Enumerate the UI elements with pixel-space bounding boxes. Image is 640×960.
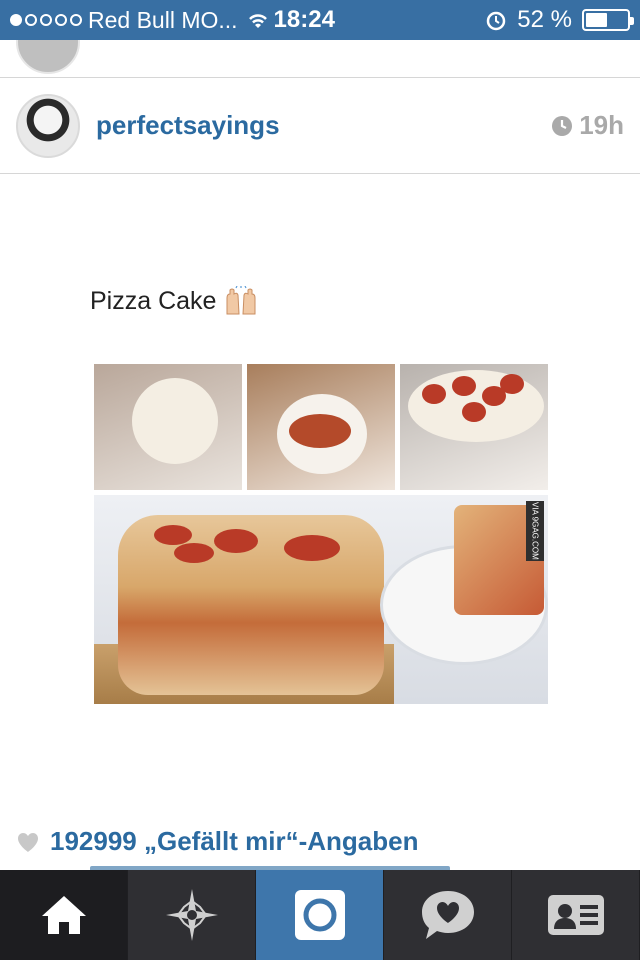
heart-icon (18, 832, 38, 852)
tab-activity[interactable] (384, 870, 512, 960)
battery-percent: 52 % (517, 6, 572, 33)
tab-profile[interactable] (512, 870, 640, 960)
photo-cake-tile: VIA 9GAG.COM (94, 495, 548, 704)
image-caption: Pizza Cake (90, 286, 258, 316)
likes-count[interactable]: 192999 „Gefällt mir“-Angaben (50, 826, 418, 857)
post-timestamp: 19h (551, 110, 624, 141)
status-bar: Red Bull MO... 18:24 52 % (0, 0, 640, 40)
carrier-name: Red Bull MO... (88, 6, 238, 33)
image-watermark: VIA 9GAG.COM (526, 501, 544, 561)
photo-pepperoni-tile (400, 364, 548, 490)
tab-bar (0, 870, 640, 960)
clock-time: 18:24 (273, 6, 335, 33)
time-ago: 19h (579, 110, 624, 140)
avatar[interactable] (16, 40, 80, 74)
tab-home[interactable] (0, 870, 128, 960)
clock-icon (552, 115, 573, 136)
alarm-clock-icon (487, 11, 506, 31)
post-image[interactable]: Pizza Cake VIA 9GAG.COM (0, 174, 640, 814)
explore-star-icon (165, 889, 218, 941)
likes-row[interactable]: 192999 „Gefällt mir“-Angaben (16, 826, 418, 857)
previous-post-header (0, 40, 640, 78)
battery-icon (582, 9, 634, 31)
signal-strength-icon (10, 14, 82, 26)
pizza-cake-collage: VIA 9GAG.COM (94, 364, 548, 704)
home-icon (41, 896, 86, 934)
post-header: perfectsayings 19h (0, 78, 640, 174)
avatar[interactable] (16, 93, 80, 158)
photo-dough-tile (94, 364, 242, 490)
username-link[interactable]: perfectsayings (96, 110, 280, 141)
profile-card-icon (547, 895, 604, 935)
wifi-icon (248, 14, 267, 28)
activity-heart-bubble-icon (421, 891, 474, 939)
raised-hands-icon (226, 286, 256, 315)
tab-camera[interactable] (256, 870, 384, 960)
caption-text: Pizza Cake (90, 286, 217, 315)
camera-icon (294, 890, 345, 940)
photo-sauce-tile (247, 364, 395, 490)
tab-explore[interactable] (128, 870, 256, 960)
